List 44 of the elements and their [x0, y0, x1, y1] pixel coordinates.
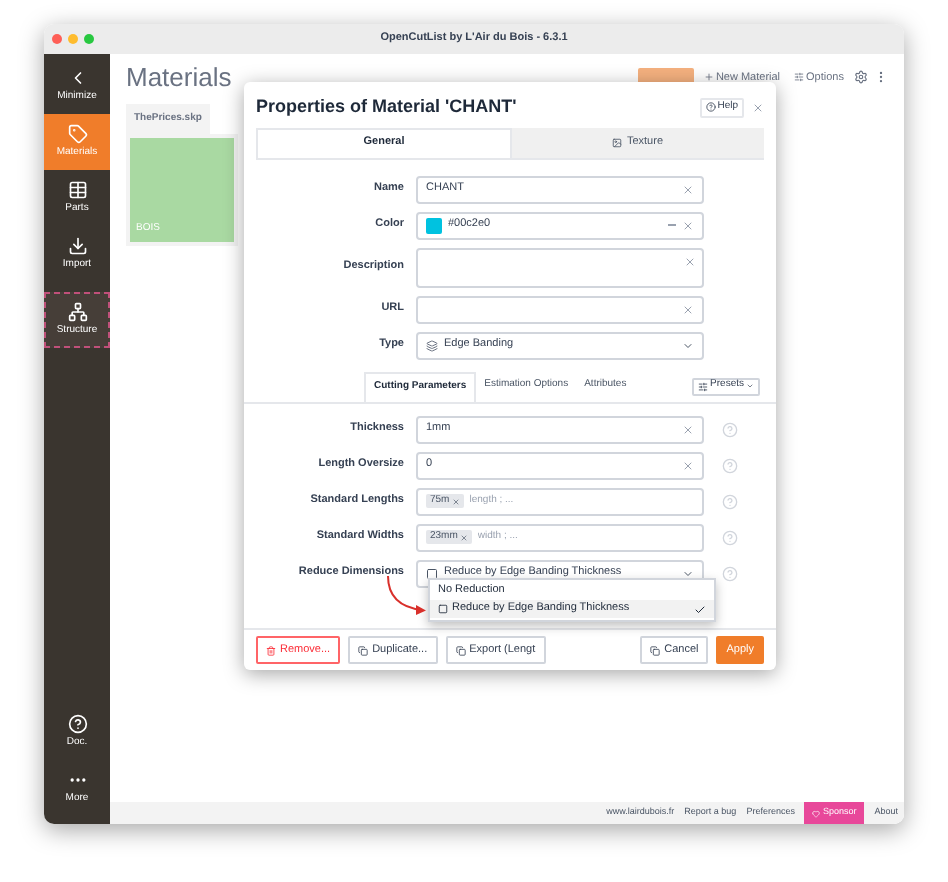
- text-area[interactable]: [416, 247, 704, 287]
- table-icon: [67, 179, 87, 200]
- square-icon: [438, 604, 448, 614]
- arrow-drawing: [384, 574, 432, 618]
- clear-icon: [682, 303, 694, 315]
- clear-icon: [682, 183, 694, 195]
- settings-icon[interactable]: [854, 70, 868, 85]
- copy-icon: [455, 645, 466, 655]
- minimize-window-button[interactable]: [68, 34, 78, 44]
- help-icon[interactable]: [722, 493, 738, 509]
- square-icon: [426, 567, 438, 579]
- network-icon: [67, 301, 87, 322]
- close-window-button[interactable]: [52, 34, 62, 44]
- check-icon: [694, 603, 706, 615]
- help-icon: [705, 102, 716, 113]
- tag-icon: [67, 123, 87, 144]
- help-icon[interactable]: [722, 457, 738, 473]
- copy-icon: [650, 645, 661, 655]
- clear-icon: [684, 255, 696, 267]
- close-icon[interactable]: [752, 101, 764, 114]
- dialog-title: Properties of Material 'CHANT': [256, 94, 519, 120]
- layers-icon: [426, 339, 438, 351]
- download-icon: [67, 235, 87, 256]
- image-icon: [612, 137, 623, 147]
- plus-icon: [703, 72, 714, 83]
- dash-icon: [668, 224, 676, 226]
- zoom-window-button[interactable]: [84, 34, 94, 44]
- caret-icon: [682, 567, 694, 579]
- heart-icon: [812, 809, 821, 817]
- caret-icon: [682, 339, 694, 351]
- clear-icon: [682, 423, 694, 435]
- page-title: Materials: [126, 60, 232, 96]
- help-icon[interactable]: [722, 421, 738, 437]
- text-field[interactable]: [416, 295, 704, 323]
- trash-icon: [266, 645, 276, 655]
- help-icon[interactable]: [722, 565, 738, 581]
- more-menu-icon[interactable]: [874, 70, 888, 85]
- sliders-icon: [698, 381, 709, 391]
- sliders-icon: [794, 72, 805, 83]
- copy-icon: [358, 645, 369, 655]
- clear-icon: [682, 219, 694, 231]
- help-icon[interactable]: [722, 529, 738, 545]
- clear-icon: [682, 459, 694, 471]
- help-icon: [67, 713, 87, 734]
